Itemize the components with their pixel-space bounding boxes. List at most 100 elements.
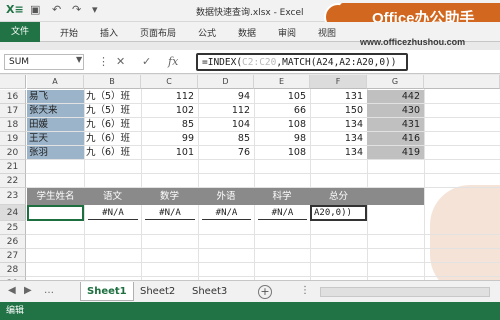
tab-review[interactable]: 审阅 [278, 26, 296, 39]
row-header[interactable]: 25 [0, 221, 26, 235]
query-header-math[interactable]: 数学 [141, 188, 198, 205]
tab-page-layout[interactable]: 页面布局 [140, 26, 176, 39]
name-box[interactable]: SUM [4, 54, 84, 70]
result-cell[interactable]: #N/A [202, 206, 251, 220]
column-header-c[interactable]: C [141, 75, 198, 89]
tab-sheet3[interactable]: Sheet3 [186, 282, 233, 301]
class-cell[interactable]: 九（6）班 [84, 132, 141, 146]
row-header[interactable]: 22 [0, 174, 26, 188]
score-cell[interactable]: 108 [254, 146, 310, 160]
horizontal-scrollbar[interactable] [320, 287, 490, 297]
customize-toolbar-icon[interactable]: ▾ [92, 3, 98, 16]
tab-home[interactable]: 开始 [60, 26, 78, 39]
formula-input[interactable]: =INDEX(C2:C20,MATCH(A24,A2:A20,0)) [196, 53, 408, 71]
redo-icon[interactable]: ↷ [72, 3, 81, 16]
column-header-g[interactable]: G [367, 75, 424, 89]
score-cell[interactable]: 98 [254, 132, 310, 146]
tab-data[interactable]: 数据 [238, 26, 256, 39]
row-header[interactable]: 24 [0, 205, 26, 221]
column-header-f[interactable]: F [310, 75, 367, 89]
more-sheets-icon[interactable]: … [44, 285, 54, 296]
chevron-down-icon[interactable]: ▼ [76, 55, 82, 64]
insert-function-icon[interactable]: fx [168, 55, 178, 68]
column-header-d[interactable]: D [198, 75, 254, 89]
score-cell[interactable]: 131 [310, 90, 367, 104]
class-cell[interactable]: 九（5）班 [84, 104, 141, 118]
score-cell[interactable]: 85 [141, 118, 198, 132]
score-cell[interactable]: 102 [141, 104, 198, 118]
score-cell[interactable]: 99 [141, 132, 198, 146]
student-name-cell[interactable]: 张天来 [27, 104, 84, 118]
row-header[interactable]: 26 [0, 235, 26, 249]
more-options-icon[interactable]: ⋮ [300, 285, 310, 296]
row-header[interactable]: 18 [0, 118, 26, 132]
column-header-b[interactable]: B [84, 75, 141, 89]
query-header-name[interactable]: 学生姓名 [27, 188, 84, 205]
class-cell[interactable]: 九（6）班 [84, 118, 141, 132]
score-cell[interactable]: 104 [198, 118, 254, 132]
score-cell[interactable]: 94 [198, 90, 254, 104]
sheet-tabs-bar: ◀ ▶ … Sheet1 Sheet2 Sheet3 + ⋮ [0, 280, 500, 302]
class-cell[interactable]: 九（5）班 [84, 90, 141, 104]
cancel-icon[interactable]: ✕ [116, 55, 125, 68]
row-header[interactable]: 28 [0, 263, 26, 277]
score-cell[interactable]: 134 [310, 118, 367, 132]
tab-sheet1[interactable]: Sheet1 [80, 282, 134, 301]
row-header[interactable]: 23 [0, 188, 26, 205]
total-cell[interactable]: 416 [367, 132, 424, 146]
undo-icon[interactable]: ↶ [52, 3, 61, 16]
row-header[interactable]: 21 [0, 160, 26, 174]
score-cell[interactable]: 134 [310, 146, 367, 160]
prev-sheet-icon[interactable]: ◀ [8, 285, 16, 296]
score-cell[interactable]: 150 [310, 104, 367, 118]
spreadsheet-grid[interactable]: A B C D E F G 16 17 18 19 20 21 22 23 24… [0, 75, 500, 280]
score-cell[interactable]: 105 [254, 90, 310, 104]
result-cell[interactable]: #N/A [88, 206, 138, 220]
row-header[interactable]: 27 [0, 249, 26, 263]
select-all-corner[interactable] [0, 75, 26, 89]
row-header[interactable]: 20 [0, 146, 26, 160]
student-name-cell[interactable]: 易飞 [27, 90, 84, 104]
active-cell-a24[interactable] [27, 205, 84, 221]
editing-cell-f24[interactable]: A20,0)) [310, 205, 367, 221]
total-cell[interactable]: 419 [367, 146, 424, 160]
total-cell[interactable]: 431 [367, 118, 424, 132]
result-cell[interactable]: #N/A [145, 206, 195, 220]
score-cell[interactable]: 112 [198, 104, 254, 118]
total-cell[interactable]: 430 [367, 104, 424, 118]
class-cell[interactable]: 九（6）班 [84, 146, 141, 160]
query-header-chinese[interactable]: 语文 [84, 188, 141, 205]
tab-view[interactable]: 视图 [318, 26, 336, 39]
score-cell[interactable]: 85 [198, 132, 254, 146]
save-icon[interactable]: ▣ [30, 3, 40, 16]
score-cell[interactable]: 112 [141, 90, 198, 104]
tab-sheet2[interactable]: Sheet2 [134, 282, 181, 301]
query-header-total[interactable]: 总分 [310, 188, 367, 205]
add-sheet-icon[interactable]: + [258, 285, 272, 299]
score-cell[interactable]: 108 [254, 118, 310, 132]
student-name-cell[interactable]: 王天 [27, 132, 84, 146]
student-name-cell[interactable]: 田媛 [27, 118, 84, 132]
row-header[interactable]: 19 [0, 132, 26, 146]
next-sheet-icon[interactable]: ▶ [24, 285, 32, 296]
enter-icon[interactable]: ✓ [142, 55, 151, 68]
score-cell[interactable]: 76 [198, 146, 254, 160]
column-header-a[interactable]: A [27, 75, 84, 89]
student-name-cell[interactable]: 张羽 [27, 146, 84, 160]
result-cell[interactable]: #N/A [258, 206, 307, 220]
row-header[interactable]: 17 [0, 104, 26, 118]
score-cell[interactable]: 134 [310, 132, 367, 146]
column-header-e[interactable]: E [254, 75, 310, 89]
formula-ref: C2:C20 [242, 57, 277, 68]
query-header-english[interactable]: 外语 [198, 188, 254, 205]
tab-insert[interactable]: 插入 [100, 26, 118, 39]
score-cell[interactable]: 66 [254, 104, 310, 118]
total-cell[interactable]: 442 [367, 90, 424, 104]
tab-formulas[interactable]: 公式 [198, 26, 216, 39]
formula-prefix: =INDEX( [202, 57, 243, 68]
score-cell[interactable]: 101 [141, 146, 198, 160]
formula-rest: ,MATCH(A24,A2:A20,0)) [276, 57, 397, 68]
tab-file[interactable]: 文件 [0, 22, 40, 42]
row-header[interactable]: 16 [0, 90, 26, 104]
query-header-science[interactable]: 科学 [254, 188, 310, 205]
